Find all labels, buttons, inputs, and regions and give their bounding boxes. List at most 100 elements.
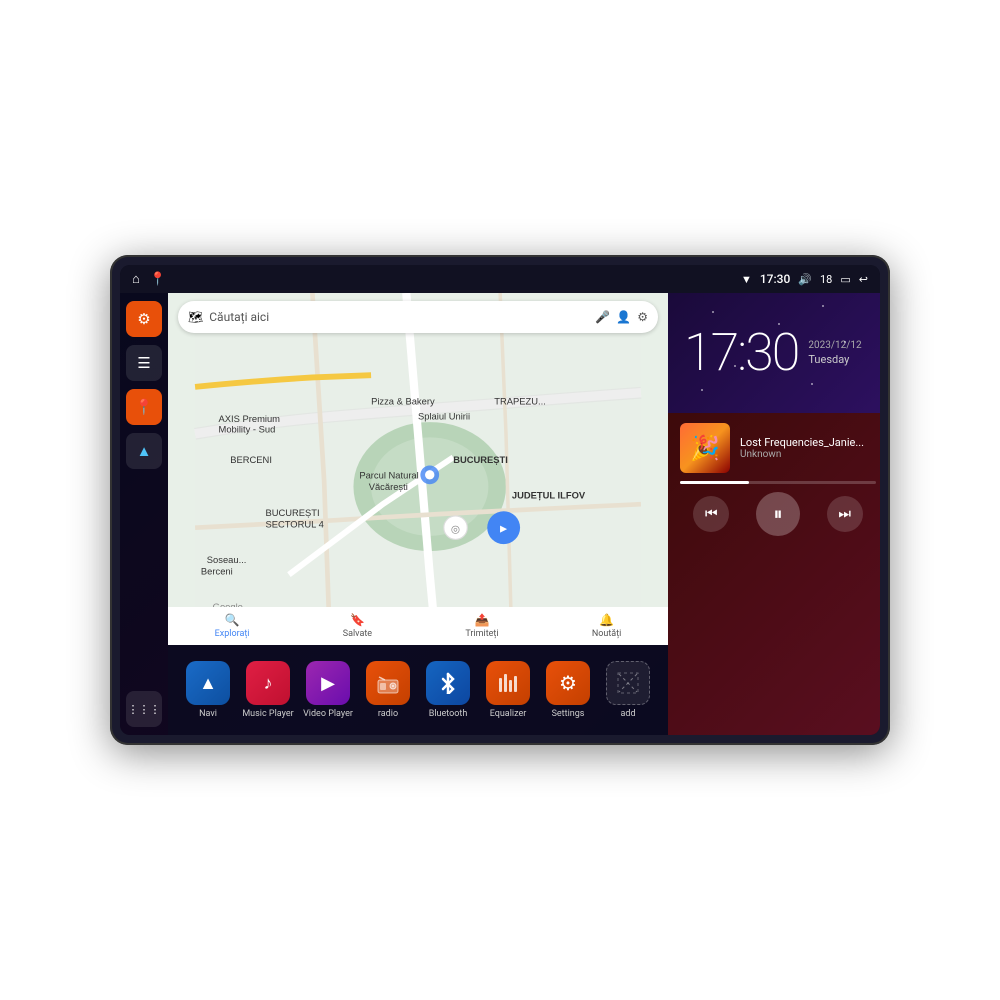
- equalizer-icon: [486, 661, 530, 705]
- map-background: BERCENI BUCUREȘTI BUCUREȘTI SECTORUL 4 J…: [168, 293, 668, 645]
- send-label: Trimiteți: [465, 629, 498, 639]
- svg-text:Văcărești: Văcărești: [369, 482, 408, 492]
- music-progress-bar[interactable]: [680, 481, 876, 484]
- profile-icon[interactable]: 👤: [616, 310, 631, 324]
- add-icon: [606, 661, 650, 705]
- svg-text:Mobility - Sud: Mobility - Sud: [219, 425, 276, 435]
- explore-icon: 🔍: [225, 613, 240, 627]
- battery-level: 18: [820, 273, 832, 286]
- center-area: BERCENI BUCUREȘTI BUCUREȘTI SECTORUL 4 J…: [168, 293, 668, 735]
- bluetooth-icon: [426, 661, 470, 705]
- sidebar-item-navigation[interactable]: ▲: [126, 433, 162, 469]
- home-icon[interactable]: ⌂: [132, 271, 140, 287]
- clock-display: 17:30: [684, 327, 798, 379]
- saved-icon: 🔖: [350, 613, 365, 627]
- svg-text:BERCENI: BERCENI: [230, 455, 272, 465]
- sidebar-item-allapps[interactable]: ⋮⋮⋮: [126, 691, 162, 727]
- mic-icon[interactable]: 🎤: [595, 310, 610, 324]
- device: ⌂ 📍 ▼ 17:30 🔊 18 ▭ ↩ ⚙ ☰: [110, 255, 890, 745]
- svg-text:◎: ◎: [451, 522, 460, 535]
- sidebar-item-settings[interactable]: ⚙: [126, 301, 162, 337]
- svg-text:JUDEȚUL ILFOV: JUDEȚUL ILFOV: [512, 490, 586, 500]
- album-art-image: 🎉: [690, 434, 720, 462]
- map-search-bar[interactable]: 🗺 Căutați aici 🎤 👤 ⚙: [178, 301, 658, 333]
- radio-label: radio: [378, 709, 398, 719]
- settings-app-icon: ⚙: [546, 661, 590, 705]
- music-icon: ♪: [246, 661, 290, 705]
- app-radio[interactable]: radio: [358, 661, 418, 719]
- pause-icon: ⏸: [773, 504, 782, 525]
- apps-grid-icon: ⋮⋮⋮: [128, 703, 161, 716]
- next-button[interactable]: ⏭: [827, 496, 863, 532]
- music-controls: ⏮ ⏸ ⏭: [680, 492, 876, 536]
- battery-icon: ▭: [840, 273, 850, 286]
- svg-text:AXIS Premium: AXIS Premium: [219, 414, 281, 424]
- maps-icon: 📍: [135, 398, 154, 416]
- map-bottom-bar: 🔍 Explorați 🔖 Salvate 📤 Trimiteți �: [168, 607, 668, 645]
- svg-text:►: ►: [498, 521, 510, 535]
- map-news-btn[interactable]: 🔔 Noutăți: [592, 613, 622, 639]
- prev-icon: ⏮: [705, 506, 718, 522]
- app-grid: ▲ Navi ♪ Music Player ▶ Vid: [168, 645, 668, 735]
- search-text: Căutați aici: [209, 310, 589, 324]
- svg-text:BUCUREȘTI: BUCUREȘTI: [265, 508, 319, 518]
- location-icon[interactable]: 📍: [150, 272, 166, 287]
- send-icon: 📤: [474, 613, 489, 627]
- sidebar-item-files[interactable]: ☰: [126, 345, 162, 381]
- sidebar: ⚙ ☰ 📍 ▲ ⋮⋮⋮: [120, 293, 168, 735]
- music-text: Lost Frequencies_Janie... Unknown: [740, 436, 876, 460]
- album-art: 🎉: [680, 423, 730, 473]
- settings-map-icon[interactable]: ⚙: [637, 310, 648, 324]
- music-widget: 🎉 Lost Frequencies_Janie... Unknown ⏮: [668, 413, 880, 735]
- app-video[interactable]: ▶ Video Player: [298, 661, 358, 719]
- prev-button[interactable]: ⏮: [693, 496, 729, 532]
- radio-icon: [366, 661, 410, 705]
- svg-text:TRAPEZU...: TRAPEZU...: [494, 396, 546, 406]
- map-saved-btn[interactable]: 🔖 Salvate: [343, 613, 372, 639]
- device-screen: ⌂ 📍 ▼ 17:30 🔊 18 ▭ ↩ ⚙ ☰: [120, 265, 880, 735]
- news-label: Noutăți: [592, 629, 622, 639]
- status-left: ⌂ 📍: [132, 271, 166, 287]
- add-label: add: [620, 709, 635, 719]
- map-send-btn[interactable]: 📤 Trimiteți: [465, 613, 498, 639]
- svg-text:Splaiul Unirii: Splaiul Unirii: [418, 412, 470, 422]
- clock-year: 2023/12/12: [808, 340, 861, 351]
- music-title: Lost Frequencies_Janie...: [740, 436, 876, 449]
- explore-label: Explorați: [215, 629, 250, 639]
- navigation-icon: ▲: [137, 442, 152, 460]
- svg-text:Berceni: Berceni: [201, 567, 233, 577]
- svg-text:Soseau...: Soseau...: [207, 555, 247, 565]
- app-equalizer[interactable]: Equalizer: [478, 661, 538, 719]
- music-progress-fill: [680, 481, 749, 484]
- video-icon: ▶: [306, 661, 350, 705]
- saved-label: Salvate: [343, 629, 372, 639]
- next-icon: ⏭: [838, 506, 851, 522]
- settings-label: Settings: [552, 709, 585, 719]
- app-navi[interactable]: ▲ Navi: [178, 661, 238, 719]
- clock-date: 2023/12/12 Tuesday: [808, 340, 861, 366]
- play-pause-button[interactable]: ⏸: [756, 492, 800, 536]
- status-right: ▼ 17:30 🔊 18 ▭ ↩: [741, 272, 868, 286]
- video-label: Video Player: [303, 709, 353, 719]
- sidebar-item-maps[interactable]: 📍: [126, 389, 162, 425]
- wifi-icon: ▼: [741, 273, 752, 286]
- app-settings[interactable]: ⚙ Settings: [538, 661, 598, 719]
- app-music[interactable]: ♪ Music Player: [238, 661, 298, 719]
- map-widget[interactable]: BERCENI BUCUREȘTI BUCUREȘTI SECTORUL 4 J…: [168, 293, 668, 645]
- app-add[interactable]: add: [598, 661, 658, 719]
- news-icon: 🔔: [599, 613, 614, 627]
- clock-widget: 17:30 2023/12/12 Tuesday: [668, 293, 880, 413]
- app-bluetooth[interactable]: Bluetooth: [418, 661, 478, 719]
- navi-label: Navi: [199, 709, 217, 719]
- music-artist: Unknown: [740, 449, 876, 460]
- map-explore-btn[interactable]: 🔍 Explorați: [215, 613, 250, 639]
- music-label: Music Player: [242, 709, 293, 719]
- back-icon[interactable]: ↩: [859, 273, 868, 286]
- navi-icon: ▲: [186, 661, 230, 705]
- svg-text:BUCUREȘTI: BUCUREȘTI: [453, 455, 508, 465]
- volume-icon: 🔊: [798, 273, 812, 286]
- svg-text:Pizza & Bakery: Pizza & Bakery: [371, 396, 435, 406]
- status-bar: ⌂ 📍 ▼ 17:30 🔊 18 ▭ ↩: [120, 265, 880, 293]
- bluetooth-label: Bluetooth: [429, 709, 468, 719]
- status-time: 17:30: [760, 272, 790, 286]
